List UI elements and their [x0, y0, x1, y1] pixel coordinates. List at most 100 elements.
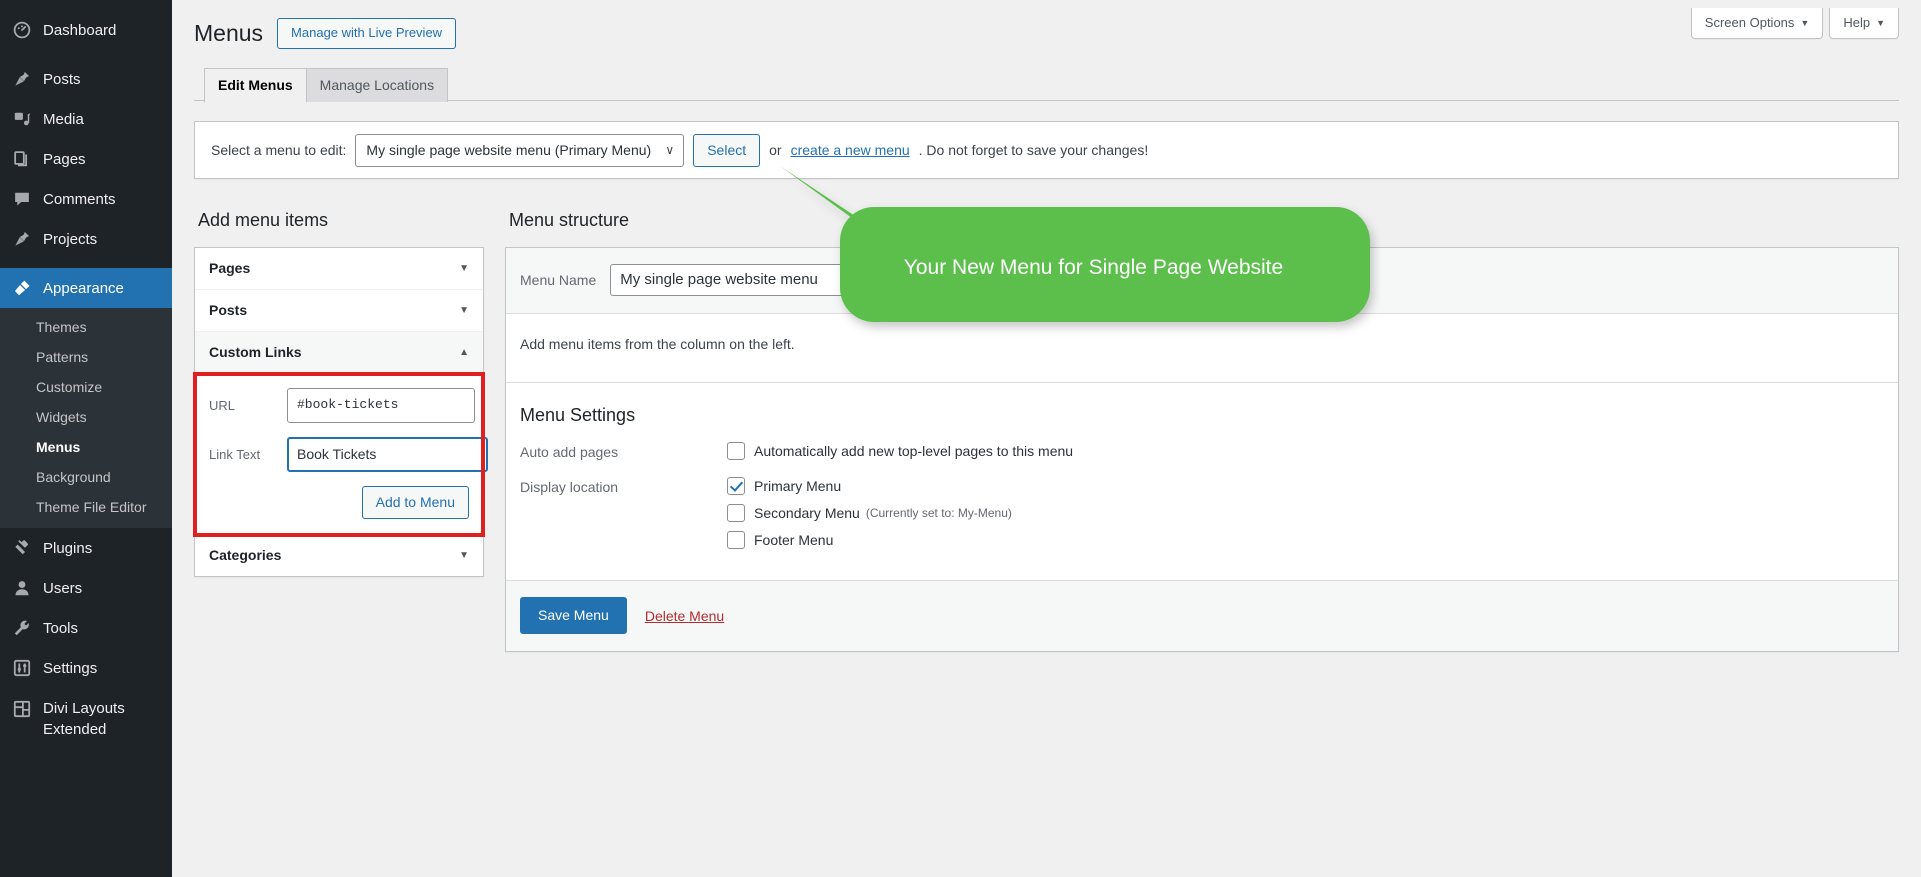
- tab-edit-menus[interactable]: Edit Menus: [204, 68, 307, 103]
- media-icon: [12, 109, 32, 129]
- menu-structure-panel: Menu Name Add menu items from the column…: [505, 247, 1899, 652]
- plugins-icon: [12, 538, 32, 558]
- sidebar-item-pages[interactable]: Pages: [0, 139, 172, 179]
- location-option-footer-menu[interactable]: Footer Menu: [727, 531, 1884, 549]
- location-note: (Currently set to: My-Menu): [865, 506, 1012, 520]
- sidebar-item-label: Pages: [43, 150, 86, 168]
- sidebar-item-posts[interactable]: Posts: [0, 59, 172, 99]
- screen-options-label: Screen Options: [1704, 15, 1795, 30]
- manage-with-live-preview-button[interactable]: Manage with Live Preview: [277, 18, 457, 49]
- link-text-label: Link Text: [209, 447, 261, 462]
- menu-panel-footer: Save Menu Delete Menu: [506, 580, 1898, 651]
- accordion-header-custom-links[interactable]: Custom Links ▲: [195, 332, 483, 374]
- sidebar-item-label: Divi Layouts Extended: [43, 700, 125, 738]
- screen-meta-links: Screen Options ▼ Help ▼: [1690, 8, 1899, 39]
- chevron-down-icon: ▼: [459, 549, 469, 561]
- sidebar-item-label: Tools: [43, 619, 79, 637]
- sidebar-item-comments[interactable]: Comments: [0, 179, 172, 219]
- menu-name-input[interactable]: [610, 264, 1091, 296]
- sidebar-item-label: Dashboard: [43, 21, 117, 39]
- add-to-menu-row: Add to Menu: [209, 486, 469, 519]
- sidebar-item-dashboard[interactable]: Dashboard: [0, 10, 172, 50]
- sidebar-item-tools[interactable]: Tools: [0, 608, 172, 648]
- appearance-icon: [12, 278, 32, 298]
- custom-links-panel: URL Link Text Add to Menu: [193, 372, 488, 537]
- select-menu-label: Select a menu to edit:: [211, 142, 347, 158]
- sidebar-item-label: Projects: [43, 230, 98, 248]
- pin-icon: [12, 69, 32, 89]
- help-button[interactable]: Help ▼: [1829, 8, 1899, 39]
- content-area: Screen Options ▼ Help ▼ Menus Manage with …: [172, 0, 1921, 877]
- sidebar-item-label: Posts: [43, 70, 81, 88]
- help-label: Help: [1843, 15, 1871, 30]
- sidebar-item-settings[interactable]: Settings: [0, 648, 172, 688]
- auto-add-pages-checkbox[interactable]: [727, 442, 745, 460]
- sidebar-item-appearance[interactable]: Appearance: [0, 268, 180, 308]
- submenu-item-patterns[interactable]: Patterns: [0, 342, 172, 372]
- accordion-label: Custom Links: [209, 344, 302, 360]
- menu-name-label: Menu Name: [520, 272, 597, 288]
- menu-structure-heading: Menu structure: [509, 210, 630, 230]
- submenu-item-menus[interactable]: Menus: [0, 432, 172, 462]
- submenu-item-customize[interactable]: Customize: [0, 372, 172, 402]
- display-location-row: Display location Primary Menu Secondary M…: [506, 477, 1898, 566]
- submenu-item-background[interactable]: Background: [0, 462, 172, 492]
- auto-add-pages-options: Automatically add new top-level pages to…: [727, 442, 1884, 469]
- add-items-accordion: Pages ▼ Posts ▼ Custom Links ▲ URL #book…: [193, 247, 488, 577]
- accordion-label: Posts: [209, 302, 248, 318]
- submenu-item-themes[interactable]: Themes: [0, 312, 172, 342]
- submenu-item-widgets[interactable]: Widgets: [0, 402, 172, 432]
- sidebar-item-plugins[interactable]: Plugins: [0, 528, 172, 568]
- add-to-menu-button[interactable]: Add to Menu: [361, 486, 469, 519]
- location-option-secondary-menu[interactable]: Secondary Menu (Currently set to: My-Menu…: [727, 504, 1884, 522]
- add-menu-items-column: Add menu items Pages ▼ Posts ▼ Custom Li…: [193, 209, 488, 577]
- accordion-header-pages[interactable]: Pages ▼: [195, 248, 483, 290]
- menu-structure-column: Menu structure Menu Name Add menu items …: [505, 209, 1899, 652]
- sidebar-item-label: Users: [43, 579, 83, 597]
- menu-select-dropdown[interactable]: My single page website menu (Primary Men…: [355, 133, 685, 167]
- location-option-primary-menu[interactable]: Primary Menu: [727, 477, 1884, 495]
- screen-options-button[interactable]: Screen Options ▼: [1690, 8, 1824, 39]
- sidebar-item-media[interactable]: Media: [0, 99, 172, 139]
- delete-menu-link[interactable]: Delete Menu: [645, 608, 724, 624]
- menu-editor: Add menu items Pages ▼ Posts ▼ Custom Li…: [193, 209, 1899, 652]
- create-new-menu-link[interactable]: create a new menu: [791, 142, 910, 158]
- url-field-row: URL: [209, 388, 475, 423]
- users-icon: [12, 578, 32, 598]
- save-menu-button[interactable]: Save Menu: [520, 597, 627, 634]
- chevron-down-icon: ▼: [1800, 18, 1810, 28]
- admin-sidebar: Dashboard Posts Media Pages Comments Projects…: [0, 0, 180, 877]
- sidebar-item-users[interactable]: Users: [0, 568, 172, 608]
- accordion-label: Categories: [209, 547, 282, 563]
- layouts-icon: [12, 699, 32, 719]
- menu-settings-heading: Menu Settings: [520, 405, 636, 425]
- submenu-item-theme-file-editor[interactable]: Theme File Editor: [0, 492, 172, 522]
- location-checkbox[interactable]: [727, 504, 745, 522]
- url-label: URL: [209, 398, 236, 413]
- pin-icon: [12, 229, 32, 249]
- auto-add-pages-checkbox-line[interactable]: Automatically add new top-level pages to…: [727, 442, 1884, 460]
- sidebar-item-divi-layouts-extended[interactable]: Divi Layouts Extended: [0, 688, 172, 750]
- tab-manage-locations[interactable]: Manage Locations: [305, 68, 449, 102]
- link-text-field-row: Link Text: [209, 437, 488, 472]
- sidebar-item-label: Media: [43, 110, 84, 128]
- menu-select-bar: Select a menu to edit: My single page we…: [194, 121, 1899, 179]
- auto-add-pages-row: Auto add pages Automatically add new top…: [506, 442, 1898, 477]
- pages-icon: [12, 149, 32, 169]
- chevron-down-icon: ▼: [1876, 18, 1885, 28]
- url-input[interactable]: [287, 388, 475, 423]
- accordion-header-posts[interactable]: Posts ▼: [195, 290, 483, 332]
- accordion-header-categories[interactable]: Categories ▼: [195, 535, 483, 576]
- location-checkbox[interactable]: [727, 531, 745, 549]
- display-location-options: Primary Menu Secondary Menu (Currently set…: [727, 477, 1884, 558]
- page-header: Menus Manage with Live Preview: [194, 0, 1899, 49]
- settings-icon: [12, 658, 32, 678]
- sidebar-item-projects[interactable]: Projects: [0, 219, 172, 259]
- location-checkbox[interactable]: [727, 477, 745, 495]
- appearance-submenu: Themes Patterns Customize Widgets Menus Backg…: [0, 308, 172, 528]
- select-button[interactable]: Select: [693, 133, 761, 167]
- chevron-down-icon: ∨: [665, 143, 675, 157]
- add-menu-items-heading: Add menu items: [198, 210, 329, 230]
- link-text-input[interactable]: [287, 437, 488, 472]
- menu-select-value: My single page website menu (Primary Men…: [366, 141, 652, 158]
